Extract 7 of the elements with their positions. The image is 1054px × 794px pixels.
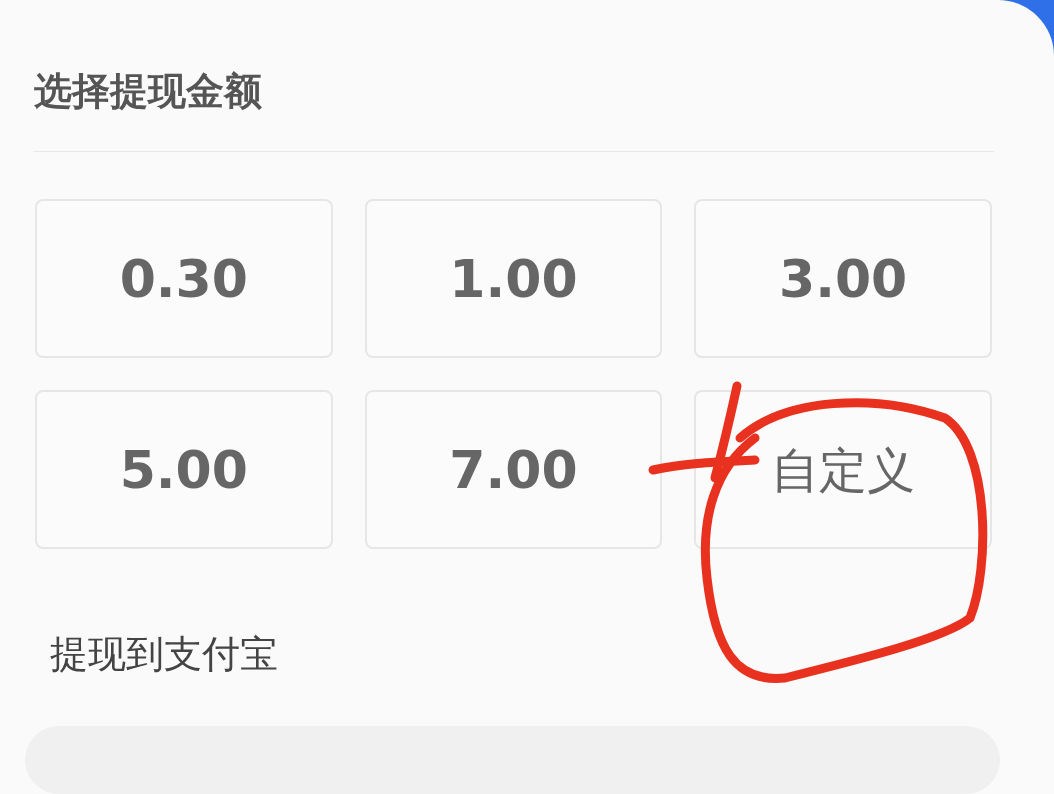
amount-option[interactable]: 1.00 bbox=[364, 199, 663, 359]
amount-option[interactable]: 0.30 bbox=[35, 199, 333, 359]
amount-option[interactable]: 7.00 bbox=[364, 390, 663, 550]
amount-option[interactable]: 5.00 bbox=[35, 390, 333, 550]
amount-option[interactable]: 3.00 bbox=[694, 199, 992, 359]
withdraw-target-label: 提现到支付宝 bbox=[50, 632, 278, 677]
section-title: 选择提现金额 bbox=[34, 69, 262, 113]
